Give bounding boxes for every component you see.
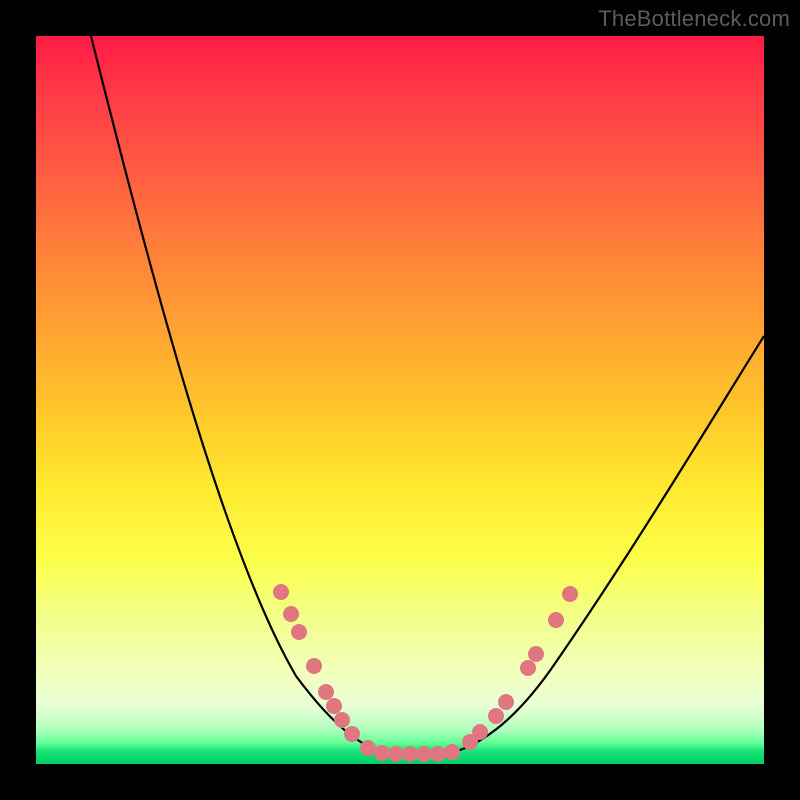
data-marker xyxy=(472,724,488,740)
data-marker xyxy=(444,744,460,760)
data-marker xyxy=(273,584,289,600)
curve-left xyxy=(91,36,391,754)
data-marker xyxy=(548,612,564,628)
data-marker xyxy=(306,658,322,674)
data-marker xyxy=(334,712,350,728)
data-marker xyxy=(344,726,360,742)
data-marker xyxy=(291,624,307,640)
data-marker xyxy=(528,646,544,662)
data-marker xyxy=(498,694,514,710)
data-marker xyxy=(562,586,578,602)
data-marker xyxy=(283,606,299,622)
chart-frame: TheBottleneck.com xyxy=(0,0,800,800)
curve-right xyxy=(446,336,764,754)
plot-area xyxy=(36,36,764,764)
curve-layer xyxy=(36,36,764,764)
data-marker xyxy=(520,660,536,676)
data-marker xyxy=(488,708,504,724)
attribution-text: TheBottleneck.com xyxy=(598,6,790,32)
